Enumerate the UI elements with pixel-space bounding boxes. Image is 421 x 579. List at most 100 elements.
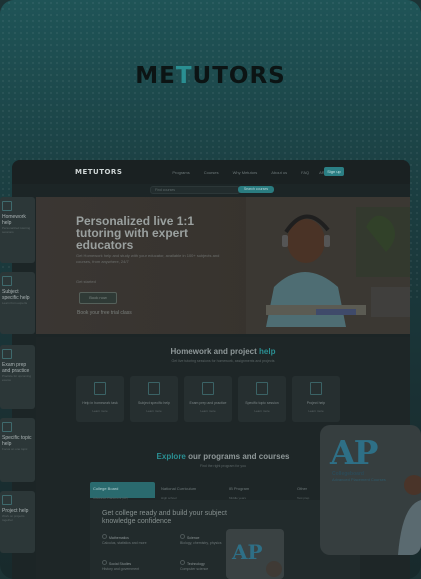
ap-course-card[interactable]: AP Collegeboard Advanced Placement Cours… [320, 425, 421, 555]
bullet-icon [102, 534, 107, 539]
service-label: Project help [306, 401, 326, 405]
course-item-sub: Computer science [180, 567, 209, 571]
topic-icon [2, 422, 12, 432]
preview-nav-items: Programs Courses Why Metutors About us F… [172, 170, 309, 175]
side-card-sub: Focus on one topic [2, 447, 28, 451]
homework-icon [94, 382, 106, 395]
side-card-sub: Personalized tutoring sessions [2, 226, 31, 234]
service-learn-more[interactable]: Learn more [76, 409, 124, 413]
hero-title: Personalized live 1:1 tutoring with expe… [76, 214, 195, 252]
brand-logo: METUTORS [0, 63, 421, 89]
search-button[interactable]: Search courses [238, 186, 274, 193]
service-learn-more[interactable]: Learn more [238, 409, 286, 413]
service-label: Specific topic session [245, 401, 279, 405]
student-photo [398, 475, 421, 555]
tab-college-board[interactable]: College Board Advanced Placement (AP) [90, 482, 155, 500]
course-panel-title: Get college ready and build your subject… [102, 510, 227, 525]
hero-free-trial-link[interactable]: Book your free trial class [77, 310, 132, 316]
side-card-homework[interactable]: Homework help Personalized tutoring sess… [0, 197, 35, 263]
course-item-sub: Calculus, statistics and more [102, 541, 147, 545]
side-card-label: Subject specific help [2, 289, 30, 301]
side-card-subject[interactable]: Subject specific help Learn from experts [0, 272, 35, 334]
service-label: Exam prep and practice [189, 401, 227, 405]
course-item-title: Mathematics [109, 536, 129, 540]
project-icon [2, 495, 12, 505]
services-title: Homework and project help [36, 347, 410, 356]
programs-title-highlight: Explore [156, 452, 186, 461]
project-icon [310, 382, 322, 395]
preview-navbar: METUTORS Programs Courses Why Metutors A… [12, 160, 410, 184]
course-item[interactable]: Technology Computer science [180, 560, 208, 572]
tab-ib[interactable]: IB Program Middle years [226, 482, 291, 500]
side-card-sub: Learn from experts [2, 301, 28, 305]
service-label: Subject specific help [138, 401, 170, 405]
course-item-sub: Biology, chemistry, physics [180, 541, 222, 545]
service-card[interactable]: Project help Learn more [292, 376, 340, 422]
nav-item-about[interactable]: About us [271, 170, 287, 175]
tab-label: IB Program [229, 486, 250, 491]
tab-label: Other [297, 486, 308, 491]
course-item-title: Science [187, 536, 200, 540]
hero-banner: Personalized live 1:1 tutoring with expe… [36, 197, 410, 334]
search-row: Find courses Search courses [12, 184, 410, 196]
service-card[interactable]: Exam prep and practice Learn more [184, 376, 232, 422]
side-card-label: Exam prep and practice [2, 362, 30, 374]
signup-button[interactable]: Sign up [324, 167, 344, 176]
services-title-highlight: help [259, 347, 276, 356]
nav-item-faq[interactable]: FAQ [301, 170, 309, 175]
service-label: Help in homework task [82, 401, 118, 405]
course-item[interactable]: Mathematics Calculus, statistics and mor… [102, 534, 147, 546]
tutor-photo [246, 197, 410, 334]
ap-thumbnail-image: AP [231, 540, 282, 577]
bullet-icon [180, 560, 185, 565]
ap-thumbnail: AP [226, 529, 284, 579]
logo-text-pre: ME [135, 63, 176, 89]
bullet-icon [102, 560, 107, 565]
course-item-title: Social Studies [109, 562, 132, 566]
course-item[interactable]: Science Biology, chemistry, physics [180, 534, 222, 546]
side-card-sub: Work on projects together [2, 514, 25, 522]
side-card-sub: Practice for upcoming exams [2, 374, 32, 382]
course-item[interactable]: Social Studies History and government [102, 560, 139, 572]
hero-get-started[interactable]: Get started [76, 279, 96, 284]
side-card-exam[interactable]: Exam prep and practice Practice for upco… [0, 345, 35, 409]
bullet-icon [180, 534, 185, 539]
programs-title-text: our programs and courses [188, 452, 290, 461]
service-card[interactable]: Subject specific help Learn more [130, 376, 178, 422]
service-learn-more[interactable]: Learn more [292, 409, 340, 413]
side-card-label: Specific topic help [2, 435, 32, 447]
hero-book-button[interactable]: Book now [79, 292, 117, 304]
course-item-title: Technology [187, 562, 205, 566]
service-card[interactable]: Help in homework task Learn more [76, 376, 124, 422]
homework-icon [2, 201, 12, 211]
tab-national[interactable]: National Curriculum High school [158, 482, 223, 500]
services-subtitle: Get live tutoring sessions for homework,… [171, 359, 275, 363]
exam-icon [202, 382, 214, 395]
nav-item-why[interactable]: Why Metutors [233, 170, 258, 175]
service-card[interactable]: Specific topic session Learn more [238, 376, 286, 422]
nav-item-courses[interactable]: Courses [204, 170, 219, 175]
nav-item-programs[interactable]: Programs [172, 170, 189, 175]
preview-logo: METUTORS [75, 168, 123, 176]
tab-label: National Curriculum [161, 486, 197, 491]
service-learn-more[interactable]: Learn more [130, 409, 178, 413]
search-input[interactable]: Find courses [150, 186, 240, 194]
side-card-topic[interactable]: Specific topic help Focus on one topic [0, 418, 35, 482]
side-card-project[interactable]: Project help Work on projects together [0, 491, 35, 553]
subject-icon [148, 382, 160, 395]
logo-text-post: UTORS [192, 63, 286, 89]
side-card-label: Homework help [2, 214, 26, 226]
ap-card-line2: Advanced Placement Courses [332, 477, 386, 482]
promo-card: METUTORS METUTORS Programs Courses Why M… [0, 0, 421, 579]
services-title-text: Homework and project [170, 347, 257, 356]
tab-label: College Board [93, 486, 119, 491]
subject-icon [2, 276, 12, 286]
ap-logo: AP [330, 433, 378, 472]
topic-icon [256, 382, 268, 395]
svg-text:AP: AP [231, 540, 263, 564]
logo-text-accent: T [175, 63, 193, 89]
course-item-sub: History and government [102, 567, 140, 571]
service-learn-more[interactable]: Learn more [184, 409, 232, 413]
exam-icon [2, 349, 12, 359]
hero-subtitle: Get Homework help and study with your ed… [76, 253, 220, 264]
